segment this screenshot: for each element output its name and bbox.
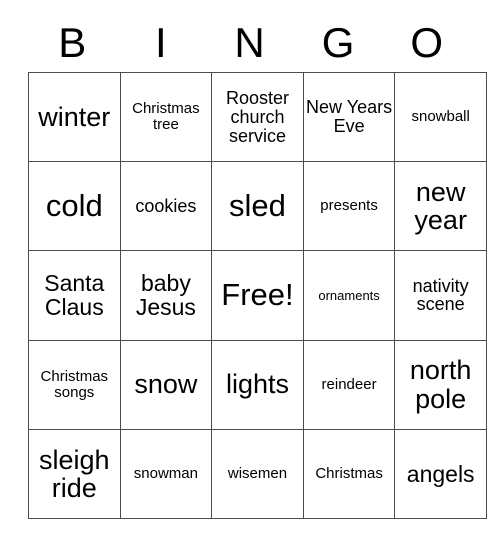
bingo-cell-label: cold xyxy=(45,188,103,223)
bingo-cell-label: reindeer xyxy=(321,375,377,393)
bingo-cell[interactable]: Santa Claus xyxy=(28,250,121,341)
bingo-cell-label: ornaments xyxy=(318,287,380,303)
bingo-cell-label: snow xyxy=(134,369,198,400)
bingo-cell[interactable]: snow xyxy=(119,339,213,430)
bingo-cell-label: snowball xyxy=(411,108,470,126)
bingo-cell[interactable]: sled xyxy=(211,161,304,252)
bingo-header-letter-n: N xyxy=(234,19,265,66)
bingo-grid: winter Christmas tree Rooster church ser… xyxy=(28,71,487,519)
bingo-cell-label: Christmas songs xyxy=(40,367,109,401)
bingo-cell[interactable]: presents xyxy=(302,161,396,252)
bingo-cell-label: lights xyxy=(225,369,289,400)
bingo-cell[interactable]: winter xyxy=(28,71,121,163)
bingo-cell[interactable]: lights xyxy=(211,339,304,430)
bingo-cell[interactable]: Christmas tree xyxy=(119,71,213,163)
bingo-header-letter-i: I xyxy=(155,19,167,66)
bingo-cell[interactable]: angels xyxy=(394,428,487,519)
bingo-cell-label: Santa Claus xyxy=(44,270,105,321)
bingo-cell[interactable]: Rooster church service xyxy=(211,71,304,163)
bingo-cell-label: Christmas xyxy=(315,464,383,482)
bingo-cell[interactable]: reindeer xyxy=(302,339,396,430)
bingo-cell[interactable]: new year xyxy=(394,161,487,252)
bingo-cell-label: new year xyxy=(414,176,467,236)
bingo-cell[interactable]: snowball xyxy=(394,71,487,163)
bingo-cell-label: Christmas tree xyxy=(132,100,200,134)
bingo-cell-label: Rooster church service xyxy=(225,87,289,146)
bingo-header-letter-g: G xyxy=(321,19,355,66)
bingo-cell-label: winter xyxy=(38,101,111,132)
bingo-header-letter-o: O xyxy=(410,19,443,66)
bingo-cell-label: snowman xyxy=(133,464,198,482)
bingo-row: sleigh ride snowman wisemen Christmas an… xyxy=(28,428,487,519)
bingo-cell[interactable]: cold xyxy=(28,161,121,252)
bingo-cell[interactable]: Christmas songs xyxy=(28,339,121,430)
bingo-cell[interactable]: nativity scene xyxy=(394,250,487,341)
bingo-cell[interactable]: snowman xyxy=(119,428,213,519)
bingo-cell-label: cookies xyxy=(135,195,197,216)
bingo-cell[interactable]: north pole xyxy=(394,339,487,430)
bingo-cell[interactable]: New Years Eve xyxy=(302,71,396,163)
bingo-card: B I N G O winter Christmas tree Rooster … xyxy=(0,0,500,544)
bingo-cell[interactable]: baby Jesus xyxy=(119,250,213,341)
bingo-cell-label: baby Jesus xyxy=(135,270,196,321)
bingo-cell-label: north pole xyxy=(409,355,472,414)
bingo-cell[interactable]: sleigh ride xyxy=(28,428,121,519)
bingo-cell[interactable]: Christmas xyxy=(302,428,396,519)
bingo-cell[interactable]: cookies xyxy=(119,161,213,252)
bingo-cell-label: New Years Eve xyxy=(306,97,393,137)
bingo-row: cold cookies sled presents new year xyxy=(28,161,487,252)
bingo-row: winter Christmas tree Rooster church ser… xyxy=(28,71,487,163)
bingo-cell-label: sled xyxy=(229,188,286,223)
bingo-cell-label: presents xyxy=(320,197,378,215)
bingo-row: Santa Claus baby Jesus Free! ornaments n… xyxy=(28,250,487,341)
bingo-free-space-label: Free! xyxy=(221,277,294,313)
bingo-cell-label: wisemen xyxy=(227,464,288,482)
bingo-cell-label: nativity scene xyxy=(412,275,469,315)
bingo-row: Christmas songs snow lights reindeer nor… xyxy=(28,339,487,430)
bingo-cell[interactable]: wisemen xyxy=(211,428,304,519)
bingo-cell[interactable]: ornaments xyxy=(302,250,396,341)
bingo-cell-free[interactable]: Free! xyxy=(211,250,304,341)
bingo-header-letter-b: B xyxy=(58,19,87,66)
bingo-cell-label: sleigh ride xyxy=(39,444,110,503)
bingo-header-row: B I N G O xyxy=(28,14,471,72)
bingo-cell-label: angels xyxy=(406,460,475,487)
